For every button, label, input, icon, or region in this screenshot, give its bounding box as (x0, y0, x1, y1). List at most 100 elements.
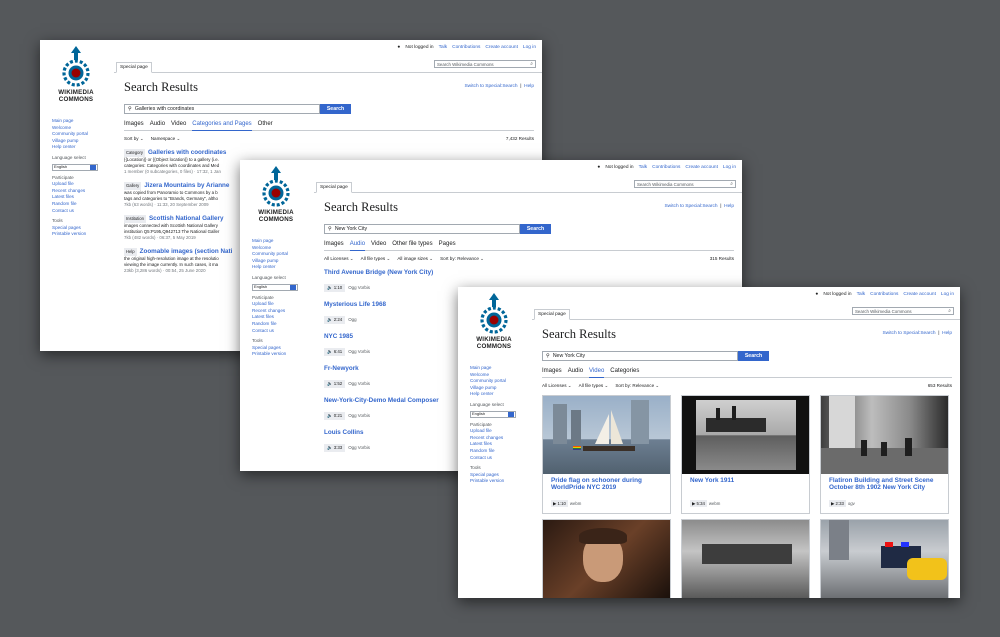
video-card[interactable] (542, 519, 671, 598)
create-account-link[interactable]: Create account (485, 45, 518, 50)
help-link[interactable]: Help (942, 331, 952, 336)
sidebar-item-printable-version[interactable]: Printable version (470, 478, 532, 485)
play-button[interactable]: 🔈 6:41 (324, 348, 346, 356)
video-title[interactable]: Flatiron Building and Street Scene Octob… (821, 474, 948, 495)
sidebar-item-latest-files[interactable]: Latest files (252, 314, 314, 321)
sidebar-item-contact-us[interactable]: Contact us (252, 328, 314, 335)
tab-images[interactable]: Images (124, 121, 144, 127)
video-card[interactable]: New York 1911 ▶ 5:34 webm (681, 395, 810, 514)
tab-other-file-types[interactable]: Other file types (392, 241, 432, 247)
log-in-link[interactable]: Log in (941, 292, 954, 297)
sidebar-item-recent-changes[interactable]: Recent changes (252, 308, 314, 315)
search-input[interactable]: ⚲ New York City (324, 224, 520, 234)
sidebar-item-upload-file[interactable]: Upload file (52, 181, 114, 188)
tab-special-page[interactable]: Special page (116, 62, 152, 73)
play-button[interactable]: 🔈 2:24 (324, 316, 346, 324)
video-thumbnail[interactable] (682, 396, 809, 474)
tab-other[interactable]: Other (258, 121, 273, 127)
result-title[interactable]: Zoomable images (section Nati (140, 248, 233, 255)
tab-pages[interactable]: Pages (439, 241, 456, 247)
sidebar-item-welcome[interactable]: Welcome (252, 245, 314, 252)
sidebar-item-contact-us[interactable]: Contact us (470, 455, 532, 462)
sidebar-item-welcome[interactable]: Welcome (470, 372, 532, 379)
tab-audio[interactable]: Audio (150, 121, 165, 127)
help-link[interactable]: Help (724, 204, 734, 209)
sidebar-item-upload-file[interactable]: Upload file (252, 301, 314, 308)
talk-link[interactable]: Talk (857, 292, 866, 297)
sidebar-item-main-page[interactable]: Main page (52, 118, 114, 125)
result-title[interactable]: Third Avenue Bridge (New York City) (324, 269, 734, 276)
language-select[interactable]: English (470, 410, 516, 418)
tab-video[interactable]: Video (171, 121, 186, 127)
play-button[interactable]: 🔈 3:33 (324, 444, 346, 452)
log-in-link[interactable]: Log in (523, 45, 536, 50)
video-title[interactable]: New York 1911 (682, 474, 809, 487)
commons-logo[interactable]: WIKIMEDIA COMMONS (50, 44, 102, 103)
sidebar-item-community-portal[interactable]: Community portal (252, 251, 314, 258)
play-icon[interactable]: ▶ 2:33 (829, 500, 846, 507)
play-button[interactable]: 🔈 1:52 (324, 380, 346, 388)
sidebar-item-village-pump[interactable]: Village pump (470, 385, 532, 392)
log-in-link[interactable]: Log in (723, 165, 736, 170)
sort-by-filter[interactable]: Sort by ⌄ (124, 136, 144, 142)
sidebar-item-help-center[interactable]: Help center (470, 391, 532, 398)
search-input[interactable]: ⚲ Galleries with coordinates (124, 104, 320, 114)
tab-video[interactable]: Video (371, 241, 386, 247)
sidebar-item-help-center[interactable]: Help center (252, 264, 314, 271)
search-button[interactable]: Search (320, 104, 351, 114)
sidebar-item-main-page[interactable]: Main page (470, 365, 532, 372)
tab-images[interactable]: Images (324, 241, 344, 247)
video-card[interactable] (820, 519, 949, 598)
sidebar-item-help-center[interactable]: Help center (52, 144, 114, 151)
sidebar-item-printable-version[interactable]: Printable version (52, 231, 114, 238)
video-thumbnail[interactable] (543, 520, 670, 598)
header-search-input[interactable]: Search Wikimedia Commons ⌕ (634, 180, 736, 188)
tab-audio[interactable]: Audio (349, 241, 366, 251)
contributions-link[interactable]: Contributions (452, 45, 480, 50)
language-select[interactable]: English (52, 163, 98, 171)
search-input[interactable]: ⚲ New York City (542, 351, 738, 361)
sidebar-item-recent-changes[interactable]: Recent changes (52, 188, 114, 195)
tab-special-page[interactable]: Special page (534, 309, 570, 320)
sidebar-item-random-file[interactable]: Random file (252, 321, 314, 328)
license-filter[interactable]: All Licenses ⌄ (324, 256, 354, 262)
sidebar-item-latest-files[interactable]: Latest files (470, 441, 532, 448)
talk-link[interactable]: Talk (439, 45, 448, 50)
sidebar-item-random-file[interactable]: Random file (470, 448, 532, 455)
play-button[interactable]: 🔈 0:21 (324, 412, 346, 420)
search-button[interactable]: Search (738, 351, 769, 361)
create-account-link[interactable]: Create account (685, 165, 718, 170)
play-icon[interactable]: ▶ 1:10 (551, 500, 568, 507)
sidebar-item-community-portal[interactable]: Community portal (52, 131, 114, 138)
file-type-filter[interactable]: All file types ⌄ (361, 256, 391, 262)
video-card[interactable]: Pride flag on schooner during WorldPride… (542, 395, 671, 514)
sidebar-item-latest-files[interactable]: Latest files (52, 194, 114, 201)
sidebar-item-upload-file[interactable]: Upload file (470, 428, 532, 435)
switch-to-special-search[interactable]: Switch to Special:Search (464, 84, 517, 89)
sidebar-item-main-page[interactable]: Main page (252, 238, 314, 245)
sidebar-item-special-pages[interactable]: Special pages (470, 472, 532, 479)
sidebar-item-printable-version[interactable]: Printable version (252, 351, 314, 358)
result-title[interactable]: Scottish National Gallery (149, 215, 224, 222)
search-icon[interactable]: ⌕ (730, 181, 733, 187)
sidebar-item-village-pump[interactable]: Village pump (252, 258, 314, 265)
commons-logo[interactable]: WIKIMEDIA COMMONS (250, 164, 302, 223)
sidebar-item-random-file[interactable]: Random file (52, 201, 114, 208)
tab-categories[interactable]: Categories (610, 368, 639, 374)
video-title[interactable]: Pride flag on schooner during WorldPride… (543, 474, 670, 495)
image-size-filter[interactable]: All image sizes ⌄ (397, 256, 433, 262)
contributions-link[interactable]: Contributions (870, 292, 898, 297)
header-search-input[interactable]: Search Wikimedia Commons ⌕ (434, 60, 536, 68)
video-card[interactable] (681, 519, 810, 598)
language-select[interactable]: English (252, 283, 298, 291)
sidebar-item-welcome[interactable]: Welcome (52, 125, 114, 132)
search-icon[interactable]: ⌕ (948, 308, 951, 314)
sidebar-item-recent-changes[interactable]: Recent changes (470, 435, 532, 442)
video-thumbnail[interactable] (821, 396, 948, 474)
sidebar-item-contact-us[interactable]: Contact us (52, 208, 114, 215)
sort-filter[interactable]: Sort by: Relevance ⌄ (615, 383, 659, 389)
sort-filter[interactable]: Sort by: Relevance ⌄ (440, 256, 484, 262)
sidebar-item-special-pages[interactable]: Special pages (52, 225, 114, 232)
video-thumbnail[interactable] (821, 520, 948, 598)
play-button[interactable]: 🔈 1:10 (324, 284, 346, 292)
